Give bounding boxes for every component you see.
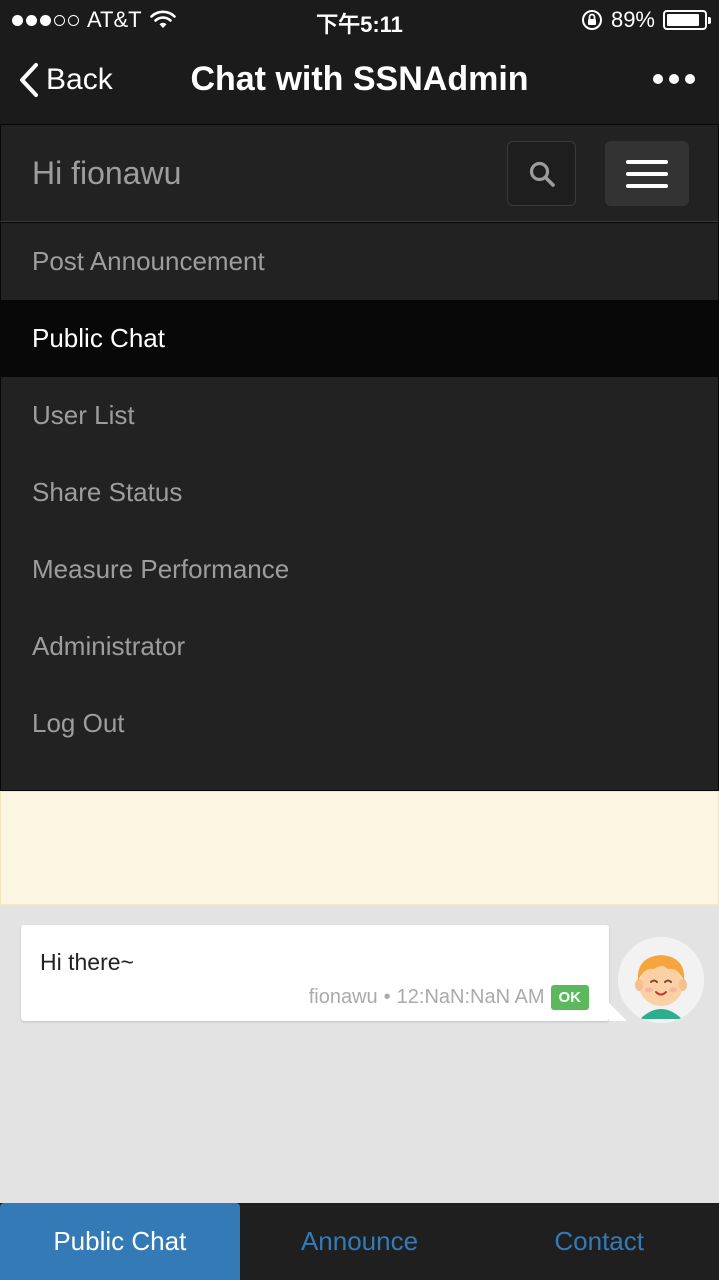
tab-public-chat[interactable]: Public Chat [0,1203,240,1280]
battery-icon [663,10,711,30]
nav-bar: Back Chat with SSNAdmin [0,40,719,124]
screen: AT&T 下午5:11 89% Back Chat with SSNAdmin … [0,0,719,1280]
menu-toggle-button[interactable] [605,141,689,206]
message-author: fionawu [308,986,378,1008]
menu-item-public-chat[interactable]: Public Chat [1,300,718,377]
search-button[interactable] [507,141,576,206]
battery-fill [667,14,700,26]
menu-item-administrator[interactable]: Administrator [1,608,718,685]
avatar-boy-icon [618,937,704,1023]
greeting[interactable]: Hi fionawu [32,155,181,192]
avatar[interactable] [618,937,704,1023]
orientation-lock-icon [581,10,602,30]
page-title: Chat with SSNAdmin [190,60,529,98]
menu-item-share-status[interactable]: Share Status [1,454,718,531]
bottom-tab-bar: Public Chat Announce Contact [0,1203,719,1280]
menu-item-user-list[interactable]: User List [1,377,718,454]
search-icon [529,161,555,187]
tab-contact[interactable]: Contact [479,1203,719,1280]
notice-banner [0,791,719,905]
status-right: 89% [581,7,711,33]
hamburger-icon [626,159,668,164]
menu-item-measure-performance[interactable]: Measure Performance [1,531,718,608]
tab-announce[interactable]: Announce [240,1203,480,1280]
status-bar: AT&T 下午5:11 89% [0,0,719,40]
app-header: Hi fionawu [0,124,719,222]
battery-percent: 89% [610,7,655,32]
message-meta: fionawu • 12:NaN:NaN AM OK [309,985,589,1010]
status-badge: OK [550,985,589,1010]
message-timestamp: 12:NaN:NaN AM [396,986,545,1008]
menu-item-log-out[interactable]: Log Out [1,685,718,762]
nav-menu: Post Announcement Public Chat User List … [0,222,719,791]
meta-separator: • [383,986,391,1008]
chat-message: Hi there~ fionawu • 12:NaN:NaN AM OK [21,925,627,1021]
menu-item-post-announcement[interactable]: Post Announcement [1,223,718,300]
message-text: Hi there~ [40,949,134,975]
more-options-button[interactable] [653,74,695,84]
